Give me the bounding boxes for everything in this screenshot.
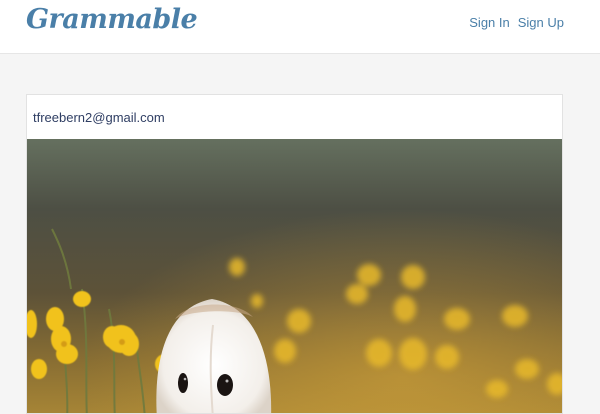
sign-up-link[interactable]: Sign Up [518, 15, 564, 30]
post-photo [27, 139, 562, 413]
post-author-email: tfreebern2@gmail.com [27, 95, 562, 139]
brand-logo[interactable]: Grammable [26, 4, 198, 35]
nav-links: Sign In Sign Up [469, 15, 564, 30]
post-card: tfreebern2@gmail.com [26, 94, 563, 414]
sign-in-link[interactable]: Sign In [469, 15, 509, 30]
navbar: Grammable Sign In Sign Up [0, 0, 600, 54]
